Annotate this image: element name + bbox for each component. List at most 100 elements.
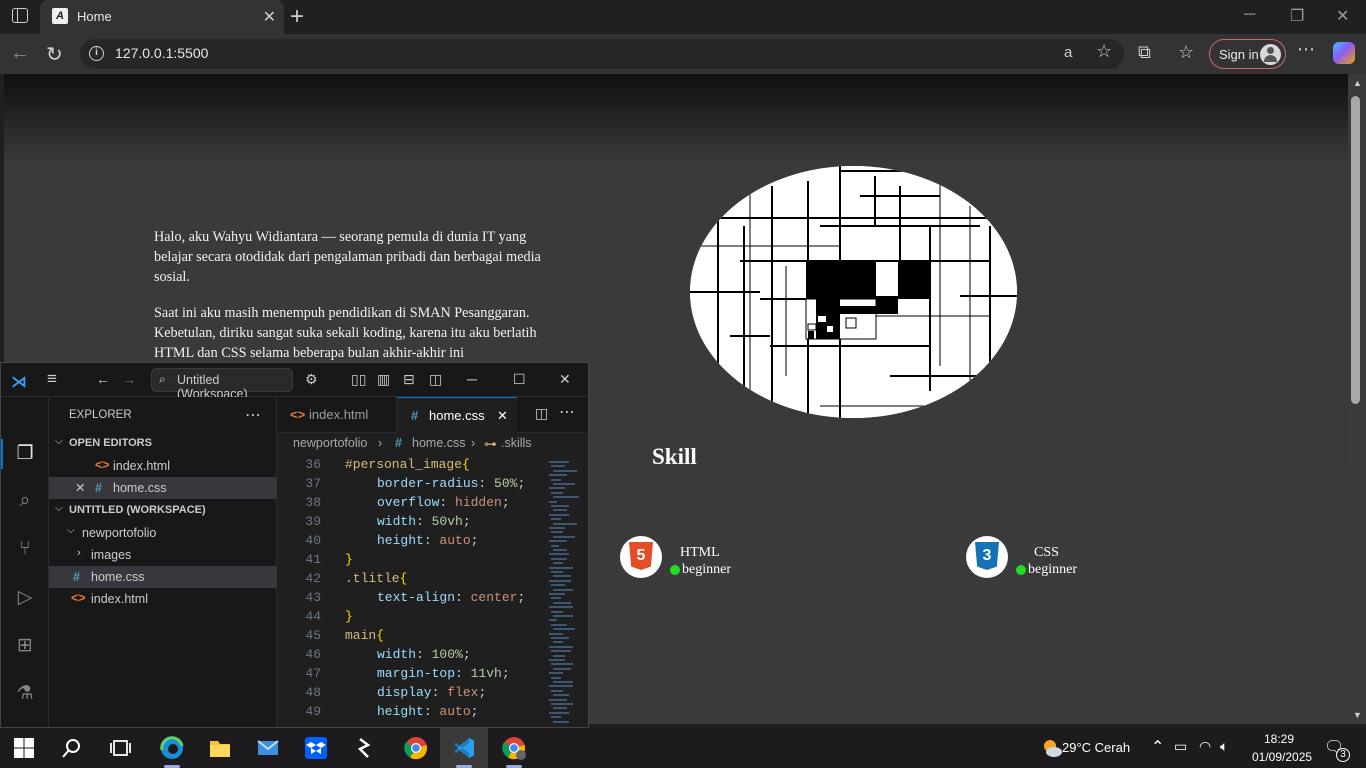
explorer-icon[interactable]: ❐ xyxy=(13,442,37,466)
close-editor-icon[interactable]: ✕ xyxy=(75,480,85,495)
taskbar-capcut[interactable] xyxy=(340,728,388,768)
volume-icon[interactable]: 🔈︎ xyxy=(1220,738,1228,755)
breadcrumb-symbol[interactable]: .skills xyxy=(501,436,532,450)
editor-scrollbar[interactable] xyxy=(579,457,588,727)
new-tab-icon[interactable]: + xyxy=(290,3,304,31)
show-hidden-icons-icon[interactable]: ⌃ xyxy=(1151,737,1164,757)
code-token: ; xyxy=(517,476,526,491)
vs-maximize-icon[interactable]: ☐ xyxy=(513,371,526,388)
code-line[interactable]: 48 display: flex; xyxy=(277,685,547,704)
task-view-button[interactable] xyxy=(96,728,144,768)
code-line[interactable]: 43 text-align: center; xyxy=(277,590,547,609)
search-view-icon[interactable]: ⌕ xyxy=(13,490,37,514)
nav-back-icon[interactable]: ← xyxy=(96,371,110,387)
breadcrumb-folder[interactable]: newportofolio xyxy=(293,436,367,450)
open-editor-item[interactable]: <> index.html xyxy=(49,455,277,477)
toggle-secondary-sidebar-icon[interactable]: ◫ xyxy=(429,371,442,388)
copilot-chat-icon[interactable]: ⚙ xyxy=(305,371,318,388)
explorer-more-icon[interactable]: ⋯ xyxy=(245,405,261,425)
taskbar-dropbox[interactable] xyxy=(292,728,340,768)
code-line[interactable]: 41} xyxy=(277,552,547,571)
weather-text[interactable]: 29°C Cerah xyxy=(1062,740,1130,755)
code-line[interactable]: 46 width: 100%; xyxy=(277,647,547,666)
code-editor[interactable]: 36 #personal_image{37 border-radius: 50%; 3… xyxy=(277,457,547,727)
scroll-down-icon[interactable]: ▼ xyxy=(1353,710,1362,720)
window-close-icon[interactable]: ✕ xyxy=(1336,6,1349,26)
minimap-line xyxy=(553,483,575,485)
code-line[interactable]: 39 width: 50vh; xyxy=(277,514,547,533)
favorite-star-icon[interactable]: ☆ xyxy=(1096,41,1112,62)
extensions-icon[interactable]: ⧉ xyxy=(1138,42,1151,63)
address-input[interactable]: i 127.0.0.1:5500 a ☆ xyxy=(80,39,1124,69)
code-line[interactable]: 42 .tlitle{ xyxy=(277,571,547,590)
code-line[interactable]: 45 main{ xyxy=(277,628,547,647)
browser-tab[interactable]: A Home ✕ xyxy=(40,0,284,34)
workspace-section[interactable]: ⌵ UNTITLED (WORKSPACE) xyxy=(49,500,277,522)
restore-icon[interactable]: ❐ xyxy=(1290,6,1304,26)
page-scrollbar[interactable]: ▲ ▼ xyxy=(1348,74,1366,724)
extensions-view-icon[interactable]: ⊞ xyxy=(13,634,37,658)
tab-close-icon[interactable]: ✕ xyxy=(263,7,276,27)
open-editors-section[interactable]: ⌵ OPEN EDITORS xyxy=(49,433,277,455)
code-line[interactable]: 40 height: auto; xyxy=(277,533,547,552)
nav-forward-icon[interactable]: → xyxy=(122,371,136,387)
breadcrumb-file[interactable]: home.css xyxy=(412,436,466,450)
clock-time[interactable]: 18:29 xyxy=(1264,732,1294,746)
taskbar-vscode[interactable] xyxy=(440,728,488,768)
code-line[interactable]: 37 border-radius: 50%; xyxy=(277,476,547,495)
tab-index-html[interactable]: <> index.html xyxy=(277,397,397,433)
open-editor-item[interactable]: ✕ # home.css xyxy=(49,477,277,499)
run-debug-icon[interactable]: ▷ xyxy=(13,586,37,610)
vs-close-icon[interactable]: ✕ xyxy=(559,371,571,388)
toggle-sidebar-icon[interactable]: ▥ xyxy=(377,371,390,388)
taskbar-chrome-profile[interactable] xyxy=(490,728,538,768)
minimap-line xyxy=(553,601,571,604)
menu-icon[interactable]: ≡ xyxy=(47,369,57,389)
editor-more-icon[interactable]: ⋯ xyxy=(559,402,575,422)
split-editor-icon[interactable]: ◫ xyxy=(535,405,548,422)
favorites-icon[interactable]: ☆ xyxy=(1178,42,1194,63)
workspaces-icon[interactable] xyxy=(12,8,28,23)
minimize-icon[interactable]: ─ xyxy=(1244,6,1255,24)
read-aloud-icon[interactable]: a xyxy=(1064,44,1072,61)
code-line[interactable]: 44} xyxy=(277,609,547,628)
minimap-line xyxy=(549,619,557,622)
taskbar-mail[interactable] xyxy=(244,728,292,768)
source-control-icon[interactable]: ⑂ xyxy=(13,538,37,562)
tree-item[interactable]: # home.css xyxy=(49,566,277,588)
vs-minimize-icon[interactable]: ─ xyxy=(467,371,477,387)
tree-item[interactable]: › images xyxy=(49,544,277,566)
battery-icon[interactable]: ▭ xyxy=(1174,738,1187,755)
sign-in-button[interactable]: Sign in xyxy=(1209,39,1286,69)
taskbar-chrome[interactable] xyxy=(392,728,440,768)
scroll-thumb[interactable] xyxy=(1351,96,1360,404)
back-icon[interactable]: ← xyxy=(10,42,30,65)
code-line[interactable]: 49 height: auto; xyxy=(277,704,547,723)
command-center-search[interactable]: ⌕ Untitled (Workspace) xyxy=(151,368,293,401)
line-number: 44 xyxy=(305,609,321,624)
start-button[interactable] xyxy=(0,728,48,768)
clock-date[interactable]: 01/09/2025 xyxy=(1252,750,1312,764)
tab-home-css[interactable]: # home.css ✕ xyxy=(397,397,517,434)
tab-close-icon[interactable]: ✕ xyxy=(497,408,508,424)
site-info-icon[interactable]: i xyxy=(89,46,104,61)
more-menu-icon[interactable]: ⋯ xyxy=(1297,39,1315,60)
testing-icon[interactable]: ⚗ xyxy=(13,682,37,706)
minimap[interactable] xyxy=(549,457,579,727)
code-token: width xyxy=(377,647,417,662)
code-line[interactable]: 38 overflow: hidden; xyxy=(277,495,547,514)
minimap-line xyxy=(549,659,565,661)
code-line[interactable]: 47 margin-top: 11vh; xyxy=(277,666,547,685)
scroll-up-icon[interactable]: ▲ xyxy=(1353,78,1362,88)
wifi-icon[interactable]: ◠ xyxy=(1199,738,1211,755)
code-line[interactable]: 36 #personal_image{ xyxy=(277,457,547,476)
taskbar-edge[interactable] xyxy=(148,728,196,768)
tree-item[interactable]: <> index.html xyxy=(49,588,277,610)
taskbar-file-explorer[interactable] xyxy=(196,728,244,768)
taskbar-search-button[interactable] xyxy=(48,728,96,768)
toggle-panel-icon[interactable]: ⊟ xyxy=(403,371,415,388)
customize-layout-icon[interactable]: ▯▯ xyxy=(351,371,366,388)
reload-icon[interactable]: ↻ xyxy=(46,42,63,67)
folder-item[interactable]: ⌵ newportofolio xyxy=(49,522,277,544)
copilot-icon[interactable] xyxy=(1333,42,1355,64)
